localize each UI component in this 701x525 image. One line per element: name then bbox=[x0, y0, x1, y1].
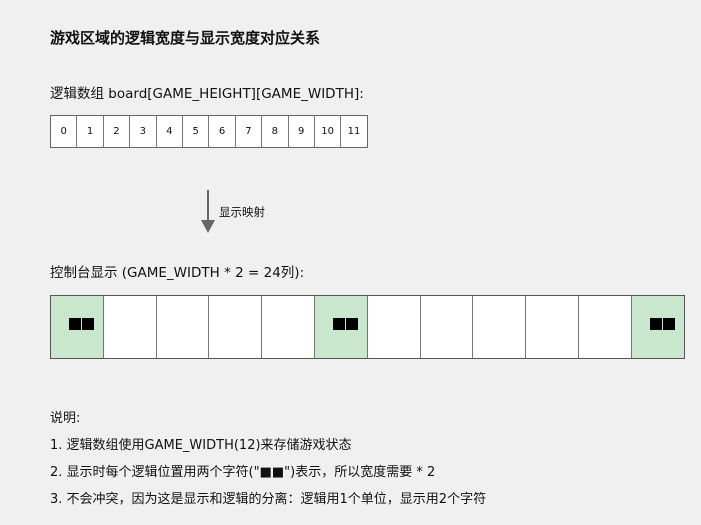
display-cell bbox=[262, 296, 315, 358]
display-cell bbox=[157, 296, 210, 358]
logic-cell: 5 bbox=[183, 116, 210, 147]
notes-title: 说明: bbox=[50, 411, 81, 426]
note-item: 2. 显示时每个逻辑位置用两个字符("■■")表示，所以宽度需要 * 2 bbox=[50, 465, 436, 480]
display-cell bbox=[368, 296, 421, 358]
display-cell bbox=[104, 296, 157, 358]
display-label: 控制台显示 (GAME_WIDTH * 2 = 24列): bbox=[50, 265, 305, 281]
display-cell bbox=[421, 296, 474, 358]
display-cell bbox=[631, 296, 684, 358]
logic-cell: 7 bbox=[236, 116, 263, 147]
display-cell bbox=[579, 296, 632, 358]
logic-cell: 10 bbox=[315, 116, 342, 147]
logic-cell: 8 bbox=[262, 116, 289, 147]
display-grid bbox=[50, 295, 685, 359]
display-cell bbox=[473, 296, 527, 358]
block-icon bbox=[332, 318, 358, 330]
logic-cell: 1 bbox=[77, 116, 104, 147]
logic-cell: 6 bbox=[209, 116, 236, 147]
logic-cell: 4 bbox=[157, 116, 183, 147]
logic-cell: 3 bbox=[130, 116, 157, 147]
note-item: 1. 逻辑数组使用GAME_WIDTH(12)来存储游戏状态 bbox=[50, 438, 352, 453]
arrow-down-icon bbox=[201, 190, 215, 233]
display-cell bbox=[314, 296, 368, 358]
display-cell bbox=[51, 296, 104, 358]
logic-cell: 11 bbox=[347, 126, 361, 137]
block-icon bbox=[69, 318, 94, 330]
arrow-label: 显示映射 bbox=[219, 205, 265, 219]
logic-array-label: 逻辑数组 board[GAME_HEIGHT][GAME_WIDTH]: bbox=[50, 86, 364, 102]
note-item: 3. 不会冲突，因为这是显示和逻辑的分离：逻辑用1个单位，显示用2个字符 bbox=[50, 492, 487, 507]
logic-cell: 0 bbox=[51, 116, 78, 147]
block-icon bbox=[649, 318, 675, 330]
logic-cell: 2 bbox=[104, 116, 131, 147]
page-title: 游戏区域的逻辑宽度与显示宽度对应关系 bbox=[50, 29, 321, 47]
display-cell bbox=[526, 296, 579, 358]
display-cell bbox=[209, 296, 263, 358]
logic-array: 0 1 2 3 4 5 6 7 8 9 10 11 bbox=[50, 115, 368, 148]
logic-cell: 9 bbox=[289, 116, 315, 147]
